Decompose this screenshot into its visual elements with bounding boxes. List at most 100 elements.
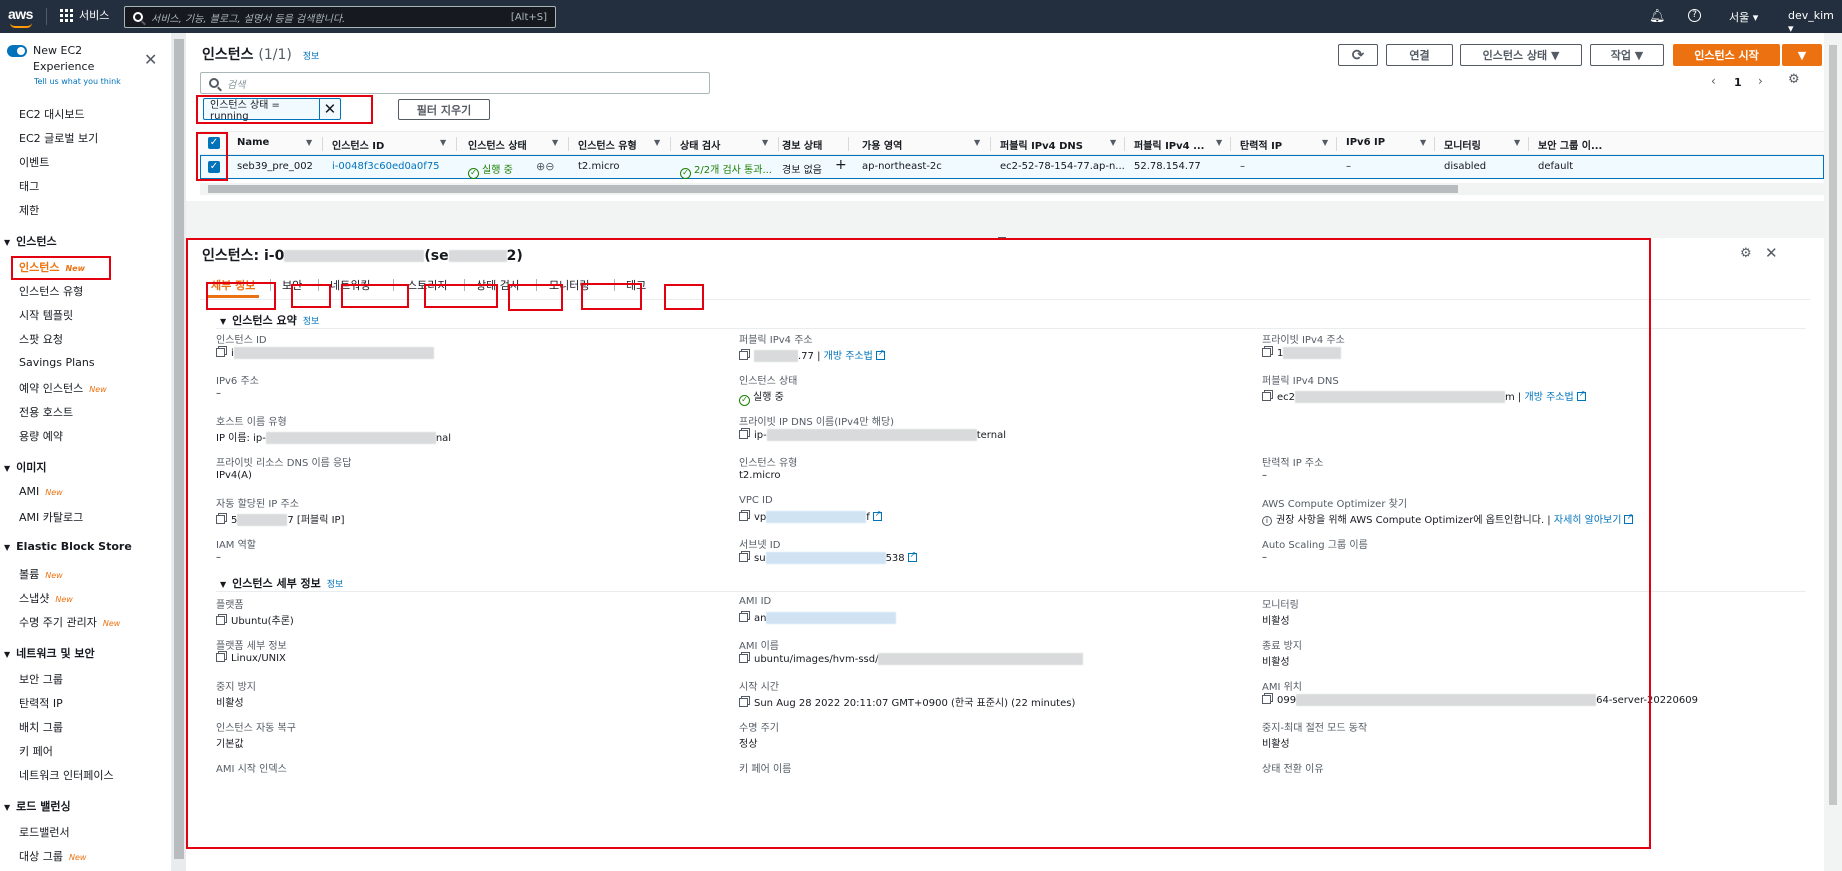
- copy-icon[interactable]: [739, 654, 748, 663]
- zoom-icon[interactable]: ⊕⊖: [536, 160, 554, 173]
- tab-security[interactable]: 보안: [282, 277, 302, 293]
- sidebar-section-load-balancing[interactable]: 로드 밸런싱: [4, 798, 70, 814]
- instance-search-input[interactable]: 검색: [200, 72, 710, 94]
- sidebar-item-elastic-ip[interactable]: 탄력적 IP: [19, 695, 63, 711]
- sidebar-item-target-groups[interactable]: 대상 그룹 New: [19, 848, 86, 864]
- sidebar-item-instances[interactable]: 인스턴스 New: [19, 259, 85, 275]
- column-header[interactable]: 상태 검사: [680, 137, 720, 152]
- copy-icon[interactable]: [1262, 695, 1271, 704]
- sidebar-item-network-interfaces[interactable]: 네트워크 인터페이스: [19, 767, 114, 783]
- copy-icon[interactable]: [739, 430, 748, 439]
- column-header[interactable]: Name: [237, 137, 269, 148]
- cell-instance-id[interactable]: i-0048f3c60ed0a0f75: [332, 161, 440, 172]
- copy-icon[interactable]: [739, 351, 748, 360]
- filter-token[interactable]: 인스턴스 상태 = running ✕: [203, 98, 341, 122]
- learn-more-link[interactable]: 자세히 알아보기: [1554, 515, 1622, 526]
- sidebar-item-ami-catalog[interactable]: AMI 카탈로그: [19, 509, 83, 525]
- sidebar-item-placement-groups[interactable]: 배치 그룹: [19, 719, 63, 735]
- sidebar-item-capacity[interactable]: 용량 예약: [19, 428, 63, 444]
- column-header[interactable]: 인스턴스 유형: [578, 137, 637, 152]
- sidebar-item-events[interactable]: 이벤트: [19, 154, 49, 170]
- column-header[interactable]: 경보 상태: [782, 137, 822, 152]
- tab-tags[interactable]: 태그: [626, 277, 646, 293]
- section-instance-summary[interactable]: 인스턴스 요약 정보: [220, 312, 319, 328]
- column-header[interactable]: 가용 영역: [862, 137, 902, 152]
- column-header[interactable]: 퍼블릭 IPv4 DNS: [1000, 137, 1083, 152]
- column-header[interactable]: 탄력적 IP: [1240, 137, 1282, 152]
- tab-details[interactable]: 세부 정보: [206, 277, 260, 298]
- feedback-link[interactable]: Tell us what you think: [34, 77, 121, 86]
- aws-logo[interactable]: aws: [8, 6, 33, 28]
- column-header[interactable]: 모니터링: [1444, 137, 1481, 152]
- sidebar-item-reserved[interactable]: 예약 인스턴스 New: [19, 380, 107, 396]
- sidebar-item-global-view[interactable]: EC2 글로벌 보기: [19, 130, 98, 146]
- launch-dropdown-button[interactable]: ▼: [1782, 44, 1822, 66]
- column-header[interactable]: 퍼블릭 IPv4 ...: [1134, 137, 1205, 152]
- sidebar-item-dashboard[interactable]: EC2 대시보드: [19, 106, 85, 122]
- table-row[interactable]: ✓ seb39_pre_002 i-0048f3c60ed0a0f75 ✓ 실행 …: [200, 155, 1824, 179]
- open-address-link[interactable]: 개방 주소법: [824, 351, 873, 362]
- sidebar-item-tags[interactable]: 태그: [19, 178, 39, 194]
- sidebar-section-instances[interactable]: 인스턴스: [4, 233, 56, 249]
- region-selector[interactable]: 서울 ▾: [1729, 9, 1758, 25]
- copy-icon[interactable]: [739, 553, 748, 562]
- page-scrollbar[interactable]: [1824, 33, 1842, 871]
- sidebar-item-spot-requests[interactable]: 스팟 요청: [19, 331, 63, 347]
- field-value-ami-id[interactable]: an: [739, 612, 897, 624]
- column-header[interactable]: 인스턴스 ID: [332, 137, 384, 152]
- settings-gear-icon[interactable]: ⚙: [1740, 246, 1752, 261]
- sidebar-item-volumes[interactable]: 볼륨 New: [19, 566, 63, 582]
- account-menu[interactable]: dev_kim ▾: [1788, 9, 1842, 35]
- copy-icon[interactable]: [1262, 392, 1271, 401]
- close-icon[interactable]: ✕: [144, 50, 157, 69]
- sidebar-item-limits[interactable]: 제한: [19, 202, 39, 218]
- column-header[interactable]: 인스턴스 상태: [468, 137, 527, 152]
- sidebar-section-network[interactable]: 네트워크 및 보안: [4, 645, 95, 661]
- settings-gear-icon[interactable]: ⚙: [1788, 72, 1800, 87]
- global-search-input[interactable]: 서비스, 기능, 블로그, 설명서 등을 검색합니다. [Alt+S]: [124, 6, 556, 28]
- actions-button[interactable]: 작업 ▼: [1590, 44, 1664, 66]
- add-alarm-icon[interactable]: +: [835, 157, 847, 173]
- clear-filters-button[interactable]: 필터 지우기: [398, 99, 490, 120]
- sidebar-item-load-balancers[interactable]: 로드밸런서: [19, 824, 70, 840]
- field-value-subnet[interactable]: su 538: [739, 550, 917, 564]
- copy-icon[interactable]: [216, 348, 225, 357]
- copy-icon[interactable]: [1262, 348, 1271, 357]
- close-icon[interactable]: ✕: [320, 100, 340, 118]
- sidebar-item-key-pairs[interactable]: 키 페어: [19, 743, 53, 759]
- tab-monitoring[interactable]: 모니터링: [549, 277, 589, 293]
- previous-page-icon[interactable]: ‹: [1711, 74, 1716, 88]
- sidebar-section-images[interactable]: 이미지: [4, 459, 46, 475]
- tab-storage[interactable]: 스토리지: [407, 277, 447, 293]
- copy-icon[interactable]: [739, 698, 748, 707]
- page-number[interactable]: 1: [1734, 76, 1742, 89]
- tab-networking[interactable]: 네트워킹: [330, 277, 370, 293]
- open-address-link[interactable]: 개방 주소법: [1525, 392, 1574, 403]
- copy-icon[interactable]: [739, 613, 748, 622]
- next-page-icon[interactable]: ›: [1758, 74, 1763, 88]
- cell-status-check[interactable]: ✓ 2/2개 검사 통과...: [680, 161, 772, 179]
- section-instance-details[interactable]: 인스턴스 세부 정보 정보: [220, 575, 343, 591]
- instance-state-button[interactable]: 인스턴스 상태 ▼: [1460, 44, 1582, 66]
- connect-button[interactable]: 연결: [1386, 44, 1453, 66]
- copy-icon[interactable]: [739, 512, 748, 521]
- new-experience-toggle[interactable]: [7, 45, 27, 57]
- field-value-vpc[interactable]: vp f: [739, 509, 882, 523]
- column-header[interactable]: IPv6 IP: [1346, 137, 1385, 148]
- tab-status-checks[interactable]: 상태 검사: [476, 277, 520, 293]
- copy-icon[interactable]: [216, 515, 225, 524]
- table-horizontal-scrollbar[interactable]: [200, 183, 1824, 195]
- sidebar-item-snapshots[interactable]: 스냅샷 New: [19, 590, 73, 606]
- sidebar-item-instance-types[interactable]: 인스턴스 유형: [19, 283, 83, 299]
- sidebar-item-ami[interactable]: AMI New: [19, 485, 63, 498]
- copy-icon[interactable]: [216, 616, 225, 625]
- info-link[interactable]: 정보: [303, 317, 320, 327]
- refresh-button[interactable]: ⟳: [1338, 44, 1378, 66]
- row-checkbox[interactable]: ✓: [208, 161, 220, 173]
- services-menu-button[interactable]: 서비스: [60, 7, 109, 23]
- column-header[interactable]: 보안 그룹 이...: [1538, 137, 1602, 152]
- help-icon[interactable]: ?: [1688, 9, 1701, 22]
- close-icon[interactable]: ✕: [1765, 244, 1778, 262]
- info-link[interactable]: 정보: [303, 52, 320, 62]
- info-link[interactable]: 정보: [327, 580, 344, 590]
